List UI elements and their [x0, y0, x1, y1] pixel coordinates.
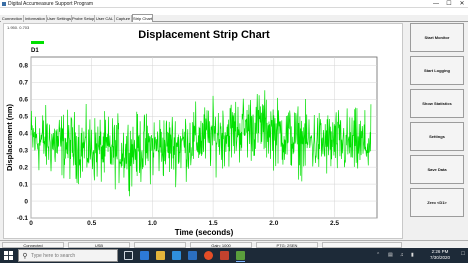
- legend-label: D1: [31, 48, 39, 54]
- title-bar: Digital Accumeasure Support Program — ☐ …: [0, 0, 468, 8]
- app-icon: [2, 2, 6, 6]
- windows-start-icon[interactable]: [4, 251, 13, 260]
- show-statistics-button[interactable]: Show Statistics: [410, 89, 464, 118]
- close-button[interactable]: ✕: [456, 0, 468, 8]
- start-logging-button[interactable]: Start Logging: [410, 56, 464, 85]
- x-tick-label: 0: [29, 220, 33, 227]
- chrome-icon[interactable]: [204, 251, 213, 260]
- maximize-button[interactable]: ☐: [443, 0, 455, 8]
- chart-panel: 1.950. 0.703 0 0.5 1.0 1.5 2.0 2.5 -0.1 0 0.1 0.2…: [3, 23, 403, 239]
- y-tick-label: 0.8: [19, 63, 28, 70]
- legend-swatch: [31, 41, 44, 44]
- tab-connection[interactable]: Connection: [1, 15, 24, 22]
- y-axis-label: Displacement (nm): [5, 103, 14, 171]
- x-tick-label: 1.0: [148, 220, 157, 227]
- tray-chevron-icon[interactable]: ⌃: [376, 252, 380, 258]
- app-pinned-icon[interactable]: [220, 251, 229, 260]
- y-tick-label: 0.2: [19, 164, 28, 171]
- store-icon[interactable]: [172, 251, 181, 260]
- settings-button[interactable]: Settings: [410, 122, 464, 151]
- menu-bar: File Tools Factory Help: [0, 8, 468, 22]
- save-data-button[interactable]: Save Data: [410, 155, 464, 184]
- y-tick-label: 0: [24, 198, 28, 205]
- x-axis-label: Time (seconds): [175, 228, 234, 237]
- side-panel: Start Monitor Start Logging Show Statist…: [406, 22, 468, 240]
- battery-icon[interactable]: ▮: [411, 252, 414, 258]
- chart-title: Displacement Strip Chart: [138, 29, 270, 41]
- search-input[interactable]: [31, 252, 115, 259]
- status-bar: Connected USB Gain: 1000 PTG: 2SEN: [0, 240, 468, 248]
- main-area: 1.950. 0.703 0 0.5 1.0 1.5 2.0 2.5 -0.1 0 0.1 0.2…: [0, 22, 468, 240]
- mail-icon[interactable]: [188, 251, 197, 260]
- tab-information[interactable]: Information: [24, 15, 47, 22]
- window-title: Digital Accumeasure Support Program: [8, 1, 94, 7]
- file-explorer-icon[interactable]: [156, 251, 165, 260]
- y-tick-label: 0.7: [19, 80, 28, 87]
- x-tick-label: 0.5: [87, 220, 96, 227]
- y-tick-label: 0.6: [19, 97, 28, 104]
- zero-d1-button[interactable]: Zero <D1>: [410, 188, 464, 217]
- y-tick-label: -0.1: [17, 215, 29, 222]
- search-icon: ⚲: [22, 252, 28, 260]
- tab-bar: Connection Information User Settings Pro…: [0, 14, 468, 22]
- y-tick-label: 0.4: [19, 130, 28, 137]
- tab-user-cal[interactable]: User CAL: [95, 15, 115, 22]
- tab-user-settings[interactable]: User Settings: [47, 15, 72, 22]
- x-tick-label: 2.5: [330, 220, 339, 227]
- taskbar-clock[interactable]: 2:26 PM 7/30/2020: [422, 249, 458, 261]
- edge-browser-icon[interactable]: [140, 251, 149, 260]
- x-tick-label: 1.5: [209, 220, 218, 227]
- app-window: Digital Accumeasure Support Program — ☐ …: [0, 0, 468, 263]
- x-tick-label: 2.0: [269, 220, 278, 227]
- tab-strip-chart[interactable]: Strip Chart: [132, 14, 153, 22]
- task-view-icon[interactable]: [124, 251, 133, 260]
- tab-capture[interactable]: Capture: [115, 15, 132, 22]
- start-monitor-button[interactable]: Start Monitor: [410, 23, 464, 52]
- taskbar-search[interactable]: ⚲: [18, 249, 118, 262]
- clock-date: 7/30/2020: [429, 255, 451, 260]
- y-tick-label: 0.3: [19, 147, 28, 154]
- y-tick-label: 0.5: [19, 114, 28, 121]
- minimize-button[interactable]: —: [430, 0, 442, 8]
- active-app-indicator: [236, 261, 245, 262]
- accumeasure-app-icon[interactable]: [236, 251, 245, 260]
- network-icon[interactable]: ▤: [388, 252, 393, 258]
- volume-icon[interactable]: ♫: [400, 252, 404, 258]
- windows-taskbar: ⚲ ⌃ ▤ ♫ ▮ 2:26 PM 7/30/2020 □: [0, 248, 468, 263]
- tab-probe-setup[interactable]: Probe Setup: [72, 15, 95, 22]
- notification-icon[interactable]: □: [459, 251, 467, 260]
- y-tick-label: 0.1: [19, 181, 28, 188]
- version-label: 1.950. 0.703: [7, 25, 30, 30]
- strip-chart: 0 0.5 1.0 1.5 2.0 2.5-0.100.10.20.30.40.50.60…: [5, 29, 378, 237]
